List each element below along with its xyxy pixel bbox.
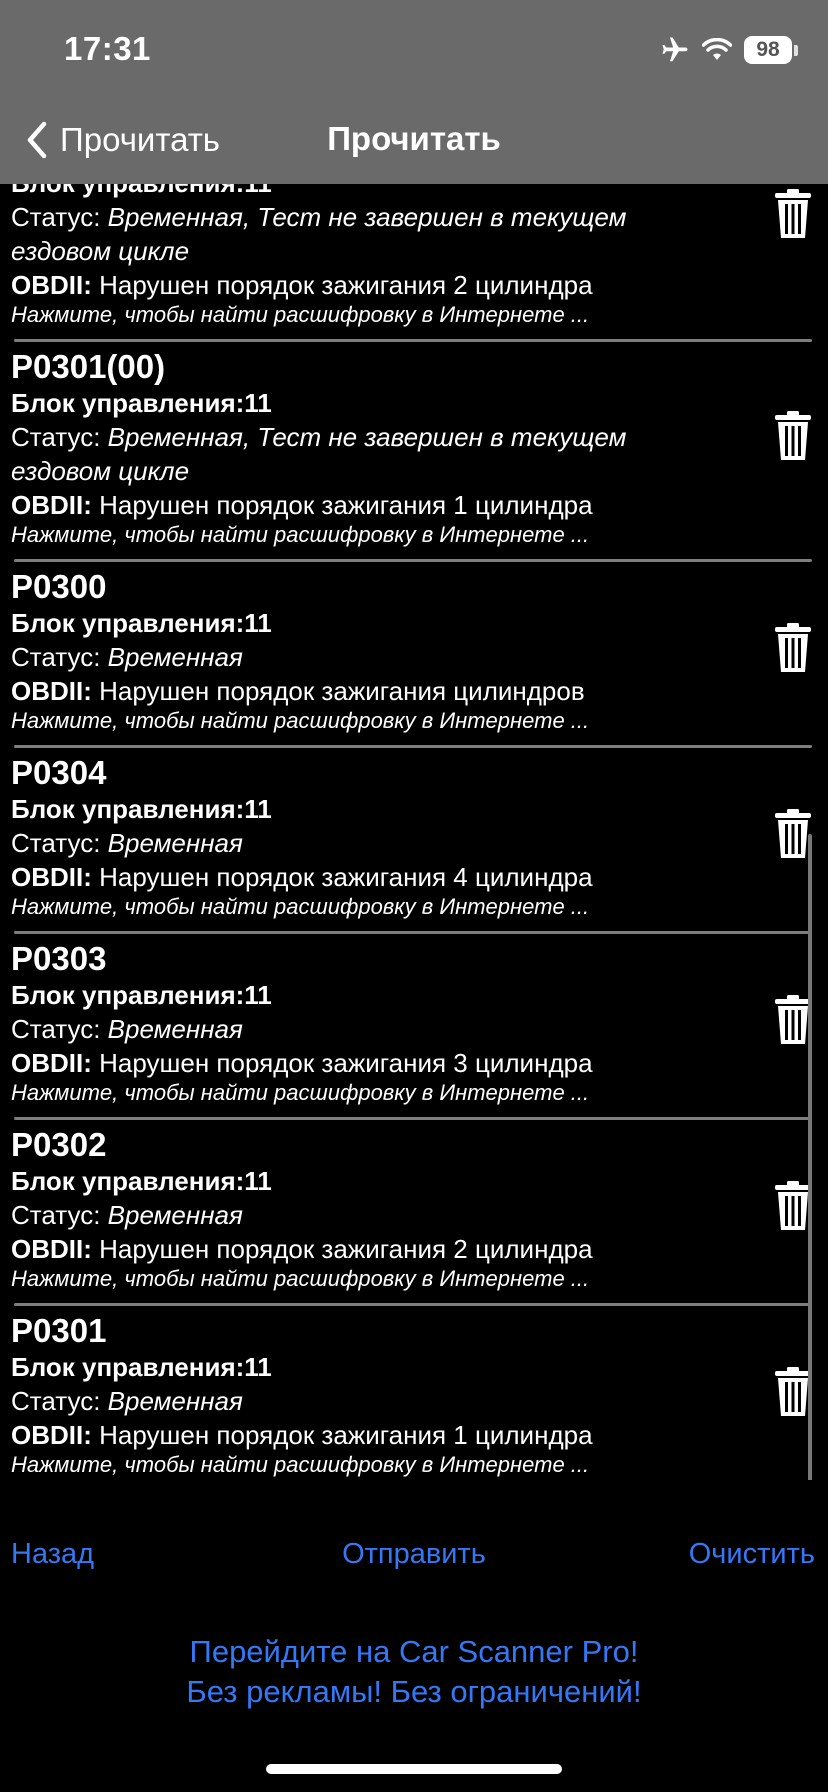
trash-icon[interactable] xyxy=(774,994,812,1046)
dtc-ecu: Блок управления:11 xyxy=(11,794,272,824)
dtc-description-text: Нарушен порядок зажигания цилиндров xyxy=(91,676,585,706)
status-icons: 98 xyxy=(660,34,798,66)
dtc-code: P0303 xyxy=(11,940,107,977)
dtc-code: P0301(00) xyxy=(11,348,166,385)
home-indicator xyxy=(266,1764,562,1774)
promo-line-2: Без рекламы! Без ограничений! xyxy=(186,1674,642,1709)
promo-banner[interactable]: Перейдите на Car Scanner Pro! Без реклам… xyxy=(0,1632,828,1712)
dtc-ecu: Блок управления:11 xyxy=(11,1352,272,1382)
dtc-search-hint[interactable]: Нажмите, чтобы найти расшифровку в Интер… xyxy=(11,1452,828,1478)
dtc-item[interactable]: P0300 Блок управления:11 Статус: Временная… xyxy=(0,562,828,748)
dtc-status-label: Статус: xyxy=(11,828,108,858)
dtc-status-value: Временная xyxy=(107,1386,243,1416)
dtc-obd-label: OBDII: xyxy=(11,1234,92,1264)
trash-icon[interactable] xyxy=(774,410,812,462)
dtc-ecu: Блок управления:11 xyxy=(11,608,272,638)
dtc-item[interactable]: P0304 Блок управления:11 Статус: Временная… xyxy=(0,748,828,934)
dtc-status: Статус: Временная xyxy=(11,826,828,860)
dtc-description: OBDII: Нарушен порядок зажигания 3 цилин… xyxy=(11,1046,828,1080)
dtc-status-value: Временная xyxy=(107,828,243,858)
dtc-status-value: Временная xyxy=(107,642,243,672)
dtc-item[interactable]: P0302 Блок управления:11 Статус: Временная… xyxy=(0,1120,828,1306)
dtc-status: Статус: Временная xyxy=(11,1012,828,1046)
dtc-description-text: Нарушен порядок зажигания 2 цилиндра xyxy=(91,1234,593,1264)
scrollbar[interactable] xyxy=(808,834,812,1480)
dtc-status-label: Статус: xyxy=(11,1200,108,1230)
dtc-status-label: Статус: xyxy=(11,422,108,452)
trash-icon[interactable] xyxy=(774,1366,812,1418)
dtc-search-hint[interactable]: Нажмите, чтобы найти расшифровку в Интер… xyxy=(11,708,828,734)
trash-icon[interactable] xyxy=(774,808,812,860)
dtc-status-label: Статус: xyxy=(11,642,108,672)
dtc-description: OBDII: Нарушен порядок зажигания 1 цилин… xyxy=(11,1418,828,1452)
dtc-item[interactable]: P0301(00) Блок управления:11 Статус: Време… xyxy=(0,342,828,562)
dtc-code: P0302 xyxy=(11,1126,107,1163)
dtc-obd-label: OBDII: xyxy=(11,490,92,520)
dtc-obd-label: OBDII: xyxy=(11,270,92,300)
dtc-description: OBDII: Нарушен порядок зажигания 4 цилин… xyxy=(11,860,828,894)
dtc-obd-label: OBDII: xyxy=(11,676,92,706)
dtc-item[interactable]: P0303 Блок управления:11 Статус: Временная… xyxy=(0,934,828,1120)
dtc-item[interactable]: Блок управления:11Статус: Временная, Тес… xyxy=(0,184,828,342)
clear-button[interactable]: Очистить xyxy=(689,1536,815,1572)
dtc-status-value: Временная, Тест не завершен в текущем xyxy=(107,202,627,232)
dtc-obd-label: OBDII: xyxy=(11,862,92,892)
dtc-status-value-cont: ездовом цикле xyxy=(11,236,190,266)
trash-icon[interactable] xyxy=(774,1180,812,1232)
dtc-description: OBDII: Нарушен порядок зажигания цилиндр… xyxy=(11,674,828,708)
dtc-description-text: Нарушен порядок зажигания 3 цилиндра xyxy=(91,1048,593,1078)
dtc-description: OBDII: Нарушен порядок зажигания 2 цилин… xyxy=(11,1232,828,1266)
dtc-description-text: Нарушен порядок зажигания 1 цилиндра xyxy=(91,490,593,520)
dtc-search-hint[interactable]: Нажмите, чтобы найти расшифровку в Интер… xyxy=(11,522,828,548)
status-time: 17:31 xyxy=(64,30,151,67)
dtc-status-value: Временная, Тест не завершен в текущем xyxy=(107,422,627,452)
dtc-description-text: Нарушен порядок зажигания 1 цилиндра xyxy=(91,1420,593,1450)
battery-icon: 98 xyxy=(744,36,798,64)
promo-line-1: Перейдите на Car Scanner Pro! xyxy=(189,1634,639,1669)
dtc-ecu: Блок управления:11 xyxy=(11,388,272,418)
dtc-status: Статус: Временная, Тест не завершен в те… xyxy=(11,200,828,234)
dtc-status: Статус: Временная xyxy=(11,1198,828,1232)
trash-icon[interactable] xyxy=(774,188,812,240)
dtc-item[interactable]: P0301 Блок управления:11 Статус: Временная… xyxy=(0,1306,828,1480)
wifi-icon xyxy=(702,38,732,60)
dtc-obd-label: OBDII: xyxy=(11,1420,92,1450)
dtc-status-label: Статус: xyxy=(11,202,108,232)
dtc-ecu: Блок управления:11 xyxy=(11,980,272,1010)
dtc-status-label: Статус: xyxy=(11,1386,108,1416)
dtc-status-value: Временная xyxy=(107,1014,243,1044)
dtc-status-value: Временная xyxy=(107,1200,243,1230)
dtc-ecu: Блок управления:11 xyxy=(11,184,828,200)
dtc-description: OBDII: Нарушен порядок зажигания 1 цилин… xyxy=(11,488,828,522)
dtc-description: OBDII: Нарушен порядок зажигания 2 цилин… xyxy=(11,268,828,302)
dtc-search-hint[interactable]: Нажмите, чтобы найти расшифровку в Интер… xyxy=(11,894,828,920)
battery-level: 98 xyxy=(744,36,792,64)
airplane-icon xyxy=(662,37,688,62)
trash-icon[interactable] xyxy=(774,622,812,674)
dtc-code: P0304 xyxy=(11,754,107,791)
dtc-description-text: Нарушен порядок зажигания 4 цилиндра xyxy=(91,862,593,892)
dtc-list-content: Блок управления:11Статус: Временная, Тес… xyxy=(0,184,828,1480)
dtc-status-label: Статус: xyxy=(11,1014,108,1044)
dtc-status-value-cont: ездовом цикле xyxy=(11,456,190,486)
dtc-obd-label: OBDII: xyxy=(11,1048,92,1078)
dtc-description-text: Нарушен порядок зажигания 2 цилиндра xyxy=(91,270,593,300)
dtc-search-hint[interactable]: Нажмите, чтобы найти расшифровку в Интер… xyxy=(11,1266,828,1292)
send-button[interactable]: Отправить xyxy=(342,1538,486,1570)
dtc-status: Статус: Временная xyxy=(11,1384,828,1418)
dtc-search-hint[interactable]: Нажмите, чтобы найти расшифровку в Интер… xyxy=(11,302,828,328)
dtc-search-hint[interactable]: Нажмите, чтобы найти расшифровку в Интер… xyxy=(11,1080,828,1106)
header: 17:31 98 Прочитать Прочитать xyxy=(0,0,828,184)
dtc-status: Статус: Временная, Тест не завершен в те… xyxy=(11,420,828,454)
dtc-list[interactable]: Блок управления:11Статус: Временная, Тес… xyxy=(0,184,828,1480)
dtc-code: P0301 xyxy=(11,1312,107,1349)
dtc-ecu: Блок управления:11 xyxy=(11,1166,272,1196)
page-title: Прочитать xyxy=(327,120,501,157)
back-toolbar-button[interactable]: Назад xyxy=(11,1536,94,1572)
dtc-code: P0300 xyxy=(11,568,107,605)
dtc-status: Статус: Временная xyxy=(11,640,828,674)
